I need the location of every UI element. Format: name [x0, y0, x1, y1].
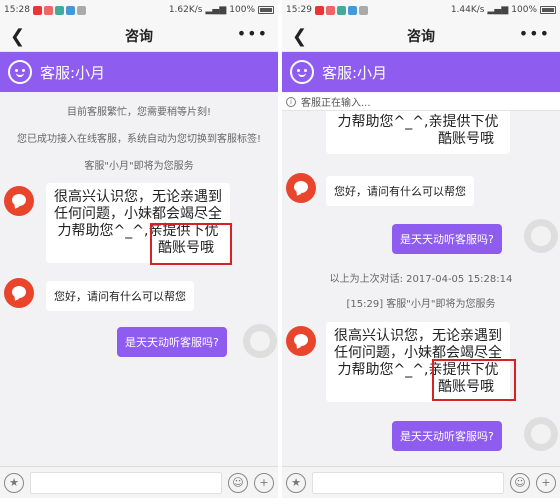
- notification-icon: [325, 5, 335, 15]
- star-icon[interactable]: ★: [4, 472, 24, 493]
- service-note: [15:29] 客服"小月"即将为您服务: [346, 299, 496, 310]
- user-message: 是天天动听客服吗?: [117, 327, 227, 357]
- agent-name: 客服:小月: [40, 63, 106, 82]
- emoji-icon[interactable]: ☺: [228, 472, 248, 493]
- more-icon[interactable]: •••: [237, 24, 268, 43]
- star-icon[interactable]: ★: [286, 472, 306, 493]
- notification-icon: [336, 5, 346, 15]
- page-title: 咨询: [407, 28, 435, 45]
- input-bar: ★ ☺ +: [0, 466, 278, 498]
- status-bar: 15:29 1.44K/s ▂▄▆ 100%: [282, 0, 560, 20]
- plus-icon[interactable]: +: [536, 472, 556, 493]
- system-message: 客服"小月"即将为您服务: [84, 161, 194, 172]
- status-bar: 15:28 1.62K/s ▂▄▆ 100%: [0, 0, 278, 20]
- status-time: 15:29: [286, 5, 312, 15]
- notification-icon: [314, 5, 324, 15]
- agent-face-icon: [8, 60, 32, 84]
- back-icon[interactable]: ❮: [10, 26, 25, 47]
- user-avatar: [243, 324, 277, 358]
- reply-message: 您好，请问有什么可以帮您: [326, 176, 474, 206]
- agent-header: 客服:小月: [282, 52, 560, 92]
- system-message: 您已成功接入在线客服，系统自动为您切换到客服标签!: [16, 134, 261, 145]
- agent-avatar: [286, 326, 316, 356]
- battery-percent: 100%: [229, 5, 255, 15]
- input-bar: ★ ☺ +: [282, 466, 560, 498]
- agent-face-icon: [290, 60, 314, 84]
- notification-icon: [32, 5, 42, 15]
- partial-message: 力帮助您^_^,亲提供下优 酷账号哦: [326, 106, 510, 154]
- plus-icon[interactable]: +: [254, 472, 274, 493]
- title-bar: ❮ 咨询 •••: [0, 20, 278, 52]
- more-icon[interactable]: •••: [519, 24, 550, 43]
- back-icon[interactable]: ❮: [292, 26, 307, 47]
- info-icon: i: [286, 96, 296, 107]
- message-input[interactable]: [312, 471, 504, 494]
- notification-icon: [43, 5, 53, 15]
- agent-header: 客服:小月: [0, 52, 278, 92]
- notification-icons: [314, 5, 368, 15]
- notification-icons: [32, 5, 86, 15]
- agent-name: 客服:小月: [322, 63, 388, 82]
- typing-text: 客服正在输入...: [301, 98, 371, 109]
- user-message: 是天天动听客服吗?: [392, 224, 502, 254]
- status-time: 15:28: [4, 5, 30, 15]
- left-phone-screen: 15:28 1.62K/s ▂▄▆ 100% ❮ 咨询 ••• 客服:小月 目前…: [0, 0, 278, 498]
- agent-avatar: [4, 186, 34, 216]
- agent-avatar: [286, 173, 316, 203]
- battery-icon: [258, 6, 274, 14]
- battery-icon: [540, 6, 556, 14]
- greeting-message: 很高兴认识您，无论亲遇到 任何问题，小妹都会竭尽全 力帮助您^_^,亲提供下优 …: [326, 322, 510, 402]
- message-input[interactable]: [30, 471, 222, 494]
- right-phone-screen: 15:29 1.44K/s ▂▄▆ 100% ❮ 咨询 ••• 客服:小月 力帮…: [282, 0, 560, 498]
- typing-indicator: i 客服正在输入...: [282, 93, 560, 111]
- emoji-icon[interactable]: ☺: [510, 472, 530, 493]
- notification-icon: [76, 5, 86, 15]
- reply-message: 您好，请问有什么可以帮您: [46, 281, 194, 311]
- system-message: 目前客服繁忙，您需要稍等片刻!: [66, 107, 211, 118]
- greeting-message: 很高兴认识您，无论亲遇到 任何问题，小妹都会竭尽全 力帮助您^_^,亲提供下优 …: [46, 183, 230, 263]
- user-message: 是天天动听客服吗?: [392, 421, 502, 451]
- network-speed: 1.44K/s: [450, 5, 485, 15]
- page-title: 咨询: [125, 28, 153, 45]
- title-bar: ❮ 咨询 •••: [282, 20, 560, 52]
- agent-avatar: [4, 278, 34, 308]
- user-avatar: [524, 219, 558, 253]
- notification-icon: [358, 5, 368, 15]
- signal-icon: ▂▄▆: [487, 5, 509, 15]
- notification-icon: [65, 5, 75, 15]
- battery-percent: 100%: [511, 5, 537, 15]
- network-speed: 1.62K/s: [168, 5, 203, 15]
- user-avatar: [524, 417, 558, 451]
- notification-icon: [54, 5, 64, 15]
- history-note: 以上为上次对话: 2017-04-05 15:28:14: [329, 274, 513, 285]
- notification-icon: [347, 5, 357, 15]
- signal-icon: ▂▄▆: [205, 5, 227, 15]
